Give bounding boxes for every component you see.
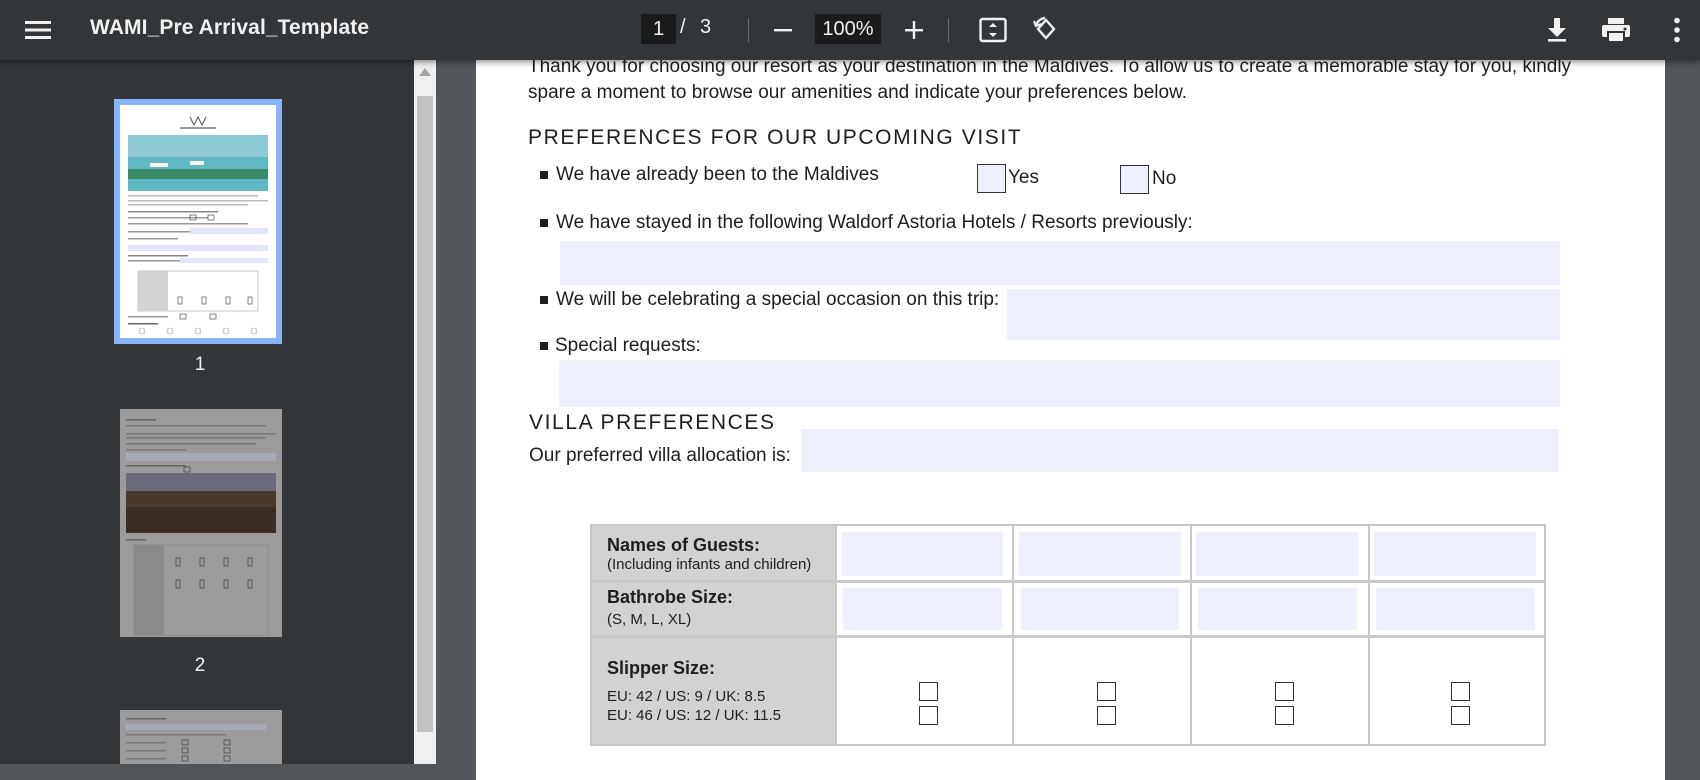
question-special-requests: Special requests: (555, 335, 701, 356)
menu-icon (25, 21, 51, 39)
bathrobe-size-field-3[interactable] (1198, 588, 1357, 630)
print-button[interactable] (1598, 13, 1634, 47)
question-maldives: We have already been to the Maldives (556, 164, 879, 185)
no-checkbox[interactable] (1120, 165, 1149, 194)
table-divider (592, 580, 1544, 583)
villa-allocation-field[interactable] (801, 429, 1559, 472)
bullet (540, 171, 548, 179)
page-preview-image (120, 710, 282, 764)
toolbar-divider (748, 18, 749, 42)
bullet (540, 296, 548, 304)
page-thumbnail-2[interactable] (120, 409, 282, 637)
scrollbar-thumb[interactable] (417, 96, 433, 732)
bathrobe-size-field-2[interactable] (1021, 588, 1179, 630)
pdf-toolbar: WAMI_Pre Arrival_Template 1 / 3 100% (0, 0, 1700, 60)
bullet (540, 219, 548, 227)
slipper-option-2: EU: 46 / US: 12 / UK: 11.5 (607, 707, 781, 724)
previous-hotels-field[interactable] (560, 241, 1560, 285)
question-occasion: We will be celebrating a special occasio… (556, 289, 1000, 310)
table-divider (1012, 526, 1014, 744)
download-icon (1548, 18, 1566, 42)
preferences-heading: PREFERENCES FOR OUR UPCOMING VISIT (528, 126, 1023, 149)
page-preview-image (120, 409, 282, 637)
bathrobe-subtitle: (S, M, L, XL) (607, 611, 692, 628)
fit-page-icon (979, 17, 1007, 43)
bathrobe-title: Bathrobe Size: (607, 587, 734, 607)
page-number-input[interactable]: 1 (641, 14, 676, 44)
bathrobe-size-field-4[interactable] (1376, 588, 1535, 630)
question-stayed: We have stayed in the following Waldorf … (556, 212, 1193, 233)
more-actions-button[interactable] (1663, 13, 1691, 47)
names-subtitle: (Including infants and children) (607, 556, 812, 573)
scroll-up-arrow[interactable] (419, 68, 431, 76)
no-label: No (1152, 168, 1177, 189)
slipper-size-1-option-2[interactable] (919, 706, 938, 725)
intro-text-line-2: spare a moment to browse our amenities a… (528, 82, 1188, 103)
guest-preferences-table: Names of Guests: (Including infants and … (590, 524, 1546, 746)
toolbar-divider (948, 18, 949, 42)
bathrobe-size-field-1[interactable] (843, 588, 1002, 630)
special-requests-field[interactable] (559, 360, 1560, 407)
bathrobe-row-label: Bathrobe Size: (S, M, L, XL) (592, 583, 835, 635)
special-occasion-field[interactable] (1007, 289, 1560, 340)
page-thumbnail-3[interactable] (120, 710, 282, 764)
more-vert-icon (1674, 17, 1680, 43)
rotate-button[interactable] (1029, 13, 1063, 47)
download-button[interactable] (1540, 13, 1574, 47)
menu-button[interactable] (22, 14, 54, 46)
slipper-title: Slipper Size: (607, 658, 716, 678)
names-row-label: Names of Guests: (Including infants and … (592, 526, 835, 580)
yes-label: Yes (1008, 167, 1039, 188)
thumbnail-label-2: 2 (194, 655, 206, 676)
thumbnail-label-1: 1 (194, 354, 206, 375)
zoom-out-icon (774, 29, 792, 32)
table-divider (592, 635, 1544, 638)
page-thumbnail-1[interactable] (114, 99, 282, 344)
guest-name-field-4[interactable] (1374, 532, 1536, 576)
guest-name-field-2[interactable] (1019, 532, 1181, 576)
rotate-icon (1032, 16, 1056, 40)
villa-preferences-heading: VILLA PREFERENCES (529, 411, 776, 434)
document-title: WAMI_Pre Arrival_Template (90, 16, 370, 39)
slipper-option-1: EU: 42 / US: 9 / UK: 8.5 (607, 688, 766, 705)
slipper-size-4-option-2[interactable] (1451, 706, 1470, 725)
villa-allocation-label: Our preferred villa allocation is: (529, 445, 791, 466)
slipper-size-2-option-2[interactable] (1097, 706, 1116, 725)
slipper-size-4-option-1[interactable] (1451, 682, 1470, 701)
zoom-in-button[interactable] (898, 14, 930, 46)
slipper-size-2-option-1[interactable] (1097, 682, 1116, 701)
slipper-size-1-option-1[interactable] (919, 682, 938, 701)
yes-checkbox[interactable] (977, 164, 1006, 193)
slipper-row-label: Slipper Size: EU: 42 / US: 9 / UK: 8.5 E… (592, 638, 835, 744)
page-separator: / (680, 16, 686, 38)
page-total: 3 (700, 16, 712, 38)
guest-name-field-3[interactable] (1196, 532, 1358, 576)
print-icon (1602, 18, 1630, 43)
bullet (540, 342, 548, 350)
zoom-level-input[interactable]: 100% (815, 14, 881, 44)
page-preview-image (120, 105, 276, 338)
thumbnail-sidebar: 1 2 (0, 60, 414, 764)
fit-to-page-button[interactable] (976, 13, 1010, 47)
table-divider (1368, 526, 1370, 744)
sidebar-scrollbar[interactable] (414, 60, 436, 764)
table-divider (1190, 526, 1192, 744)
guest-name-field-1[interactable] (842, 532, 1003, 576)
zoom-in-icon (905, 21, 923, 39)
zoom-out-button[interactable] (767, 14, 799, 46)
names-title: Names of Guests: (607, 535, 761, 555)
table-divider (835, 526, 837, 744)
slipper-size-3-option-1[interactable] (1275, 682, 1294, 701)
pdf-page: Thank you for choosing our resort as you… (476, 40, 1665, 780)
slipper-size-3-option-2[interactable] (1275, 706, 1294, 725)
